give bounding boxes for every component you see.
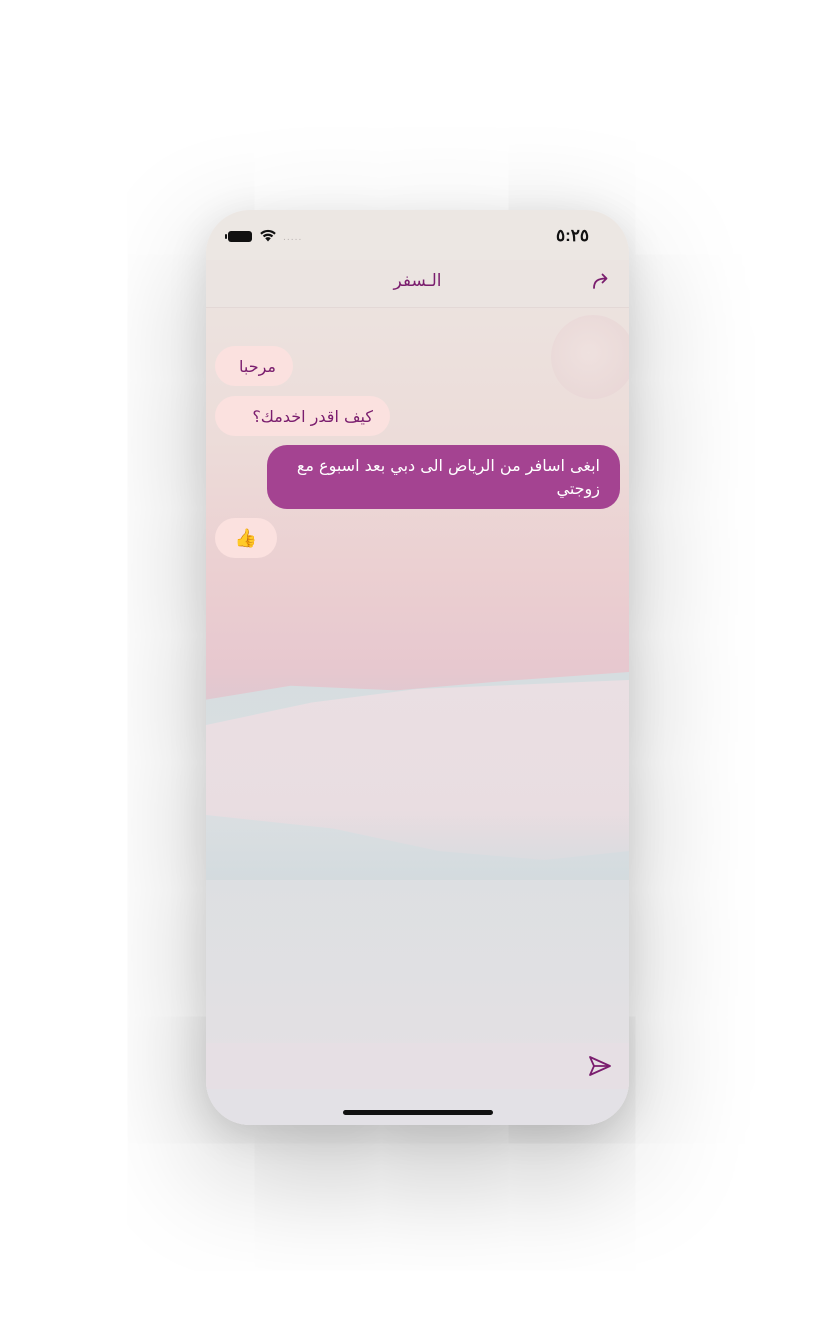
message-bubble-bot: 👍 (215, 518, 277, 558)
screen-stage: ..... ٥:٢٥ الـسفر مرحبا كيف اقدر اخدمك؟ … (0, 0, 834, 1336)
clock: ٥:٢٥ (555, 226, 589, 245)
battery-icon (225, 231, 252, 242)
share-icon[interactable] (589, 269, 613, 293)
page-title: الـسفر (393, 271, 442, 291)
send-icon[interactable] (587, 1053, 613, 1079)
nav-bar: الـسفر (206, 260, 629, 308)
phone-frame: ..... ٥:٢٥ الـسفر مرحبا كيف اقدر اخدمك؟ … (206, 210, 629, 1125)
message-input[interactable] (220, 1051, 574, 1083)
message-bubble-user: ابغى اسافر من الرياض الى دبي بعد اسبوع م… (267, 445, 620, 509)
message-bubble-bot: كيف اقدر اخدمك؟ (215, 396, 390, 436)
signal-dots: ..... (283, 233, 303, 243)
message-bubble-bot: مرحبا (215, 346, 293, 386)
moon-decoration (551, 315, 629, 399)
home-indicator[interactable] (343, 1110, 493, 1115)
safe-area-bottom (206, 1089, 629, 1125)
dune-shadow (206, 810, 629, 880)
status-bar: ..... ٥:٢٥ (206, 210, 629, 260)
message-composer (206, 1043, 629, 1089)
wifi-icon (260, 229, 276, 242)
